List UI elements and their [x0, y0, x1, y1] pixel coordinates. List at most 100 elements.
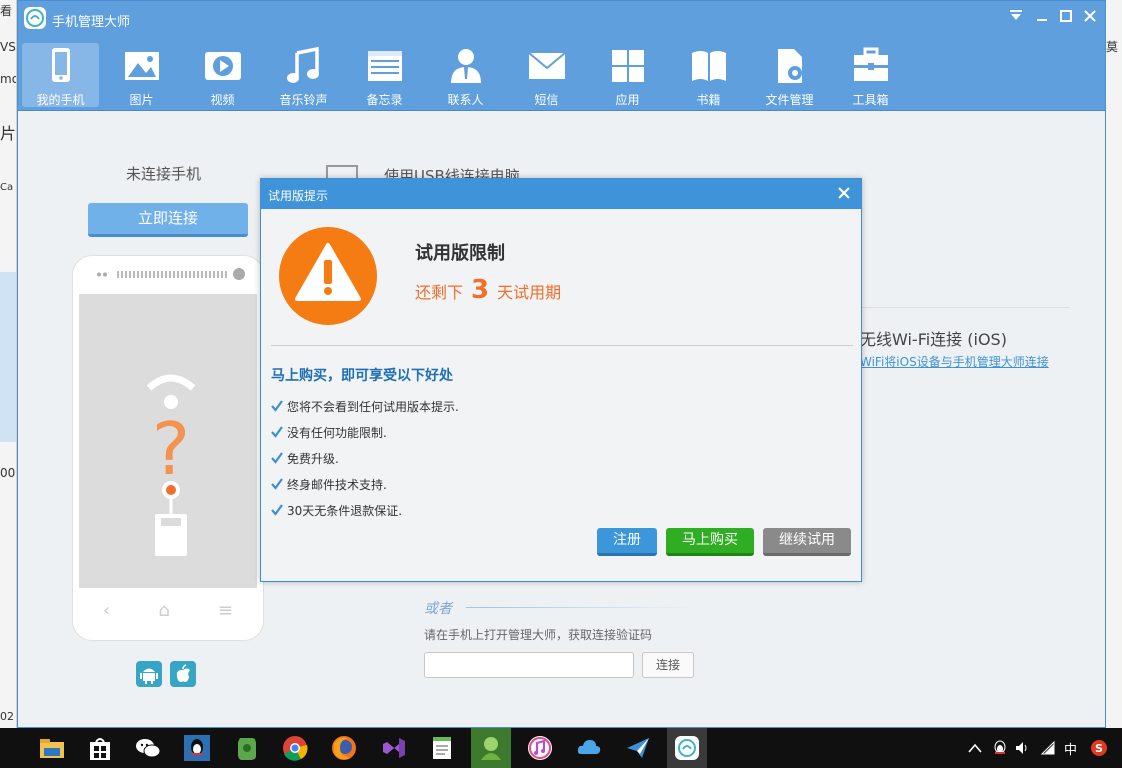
tab-label: 书籍	[696, 93, 721, 107]
sogou-icon[interactable]: S	[1090, 728, 1108, 768]
home-icon: ⌂	[158, 600, 170, 621]
volume-icon[interactable]	[1014, 728, 1030, 768]
chevron-up-icon[interactable]	[968, 728, 982, 768]
dialog-close-icon[interactable]	[833, 182, 855, 204]
trial-days-remaining: 还剩下 3 天试用期	[415, 275, 561, 305]
check-icon	[271, 504, 283, 516]
tab-toolbox[interactable]: 工具箱	[832, 43, 909, 107]
apple-icon[interactable]	[170, 661, 196, 687]
itunes-icon[interactable]	[526, 734, 554, 762]
qq-tray-icon[interactable]	[992, 728, 1008, 768]
maximize-icon[interactable]	[1054, 5, 1078, 27]
window-title: 手机管理大师	[52, 15, 131, 30]
bg-fragment: 莫	[1106, 40, 1119, 54]
tab-sms[interactable]: 短信	[508, 43, 585, 107]
menu-dropdown-icon[interactable]	[1004, 5, 1028, 27]
file-explorer-icon[interactable]	[38, 734, 66, 762]
tab-pictures[interactable]: 图片	[103, 43, 180, 107]
days-count: 3	[471, 275, 490, 305]
firefox-icon[interactable]	[330, 734, 358, 762]
title-bar[interactable]: 手机管理大师	[18, 1, 1105, 37]
code-connect-button[interactable]: 连接	[642, 652, 694, 678]
chrome-icon[interactable]	[281, 734, 309, 762]
music-icon	[286, 47, 319, 83]
connect-now-button[interactable]: 立即连接	[88, 203, 248, 237]
check-icon	[271, 452, 283, 464]
list-item: 终身邮件技术支持.	[271, 471, 651, 497]
tab-memo[interactable]: 备忘录	[346, 43, 423, 107]
wechat-icon[interactable]	[134, 734, 162, 762]
tab-label: 视频	[210, 93, 235, 107]
minimize-icon[interactable]	[1030, 5, 1054, 27]
benefit-text: 免费升级.	[287, 451, 339, 466]
benefit-text: 您将不会看到任何试用版本提示.	[287, 399, 459, 414]
store-icon[interactable]	[86, 734, 114, 762]
phone-manager-icon[interactable]	[667, 728, 707, 768]
bg-fragment: 片	[0, 124, 17, 143]
tab-books[interactable]: 书籍	[670, 43, 747, 107]
tab-contacts[interactable]: 联系人	[427, 43, 504, 107]
bg-fragment: Ca	[0, 182, 14, 193]
verification-code-hint: 请在手机上打开管理大师，获取连接验证码	[424, 628, 653, 642]
tab-label: 应用	[615, 93, 640, 107]
tab-video[interactable]: 视频	[184, 43, 261, 107]
dialog-heading: 试用版限制	[415, 243, 505, 264]
contact-icon	[450, 49, 481, 83]
tab-music[interactable]: 音乐铃声	[265, 43, 342, 107]
picture-icon	[124, 52, 159, 80]
toolbox-icon	[853, 47, 888, 81]
list-item: 30天无条件退款保证.	[271, 497, 651, 523]
android-icon[interactable]	[136, 661, 162, 687]
tab-label: 图片	[129, 93, 154, 107]
buy-now-button[interactable]: 马上购买	[666, 528, 754, 556]
benefit-text: 30天无条件退款保证.	[287, 503, 403, 518]
video-icon	[204, 52, 241, 80]
close-icon[interactable]	[1078, 5, 1102, 27]
bg-selection	[0, 272, 16, 442]
tab-label: 短信	[534, 93, 559, 107]
taskbar: 中 S	[0, 728, 1122, 768]
check-icon	[271, 478, 283, 490]
wifi-connect-link[interactable]: WiFi将iOS设备与手机管理大师连接	[860, 353, 1049, 370]
notepad-icon[interactable]	[428, 734, 456, 762]
benefit-text: 终身邮件技术支持.	[287, 477, 387, 492]
benefits-list: 您将不会看到任何试用版本提示. 没有任何功能限制. 免费升级. 终身邮件技术支持…	[271, 393, 651, 523]
tab-label: 工具箱	[852, 93, 889, 107]
register-button[interactable]: 注册	[597, 528, 657, 556]
game-icon[interactable]	[471, 728, 511, 768]
app-logo-icon	[24, 7, 46, 29]
dialog-divider	[271, 345, 853, 346]
background-window-right: 莫	[1106, 0, 1122, 728]
dialog-header[interactable]: 试用版提示	[261, 179, 861, 209]
tab-my-phone[interactable]: 我的手机	[22, 43, 99, 107]
phone-screen: ?	[79, 294, 257, 588]
qq-icon[interactable]	[183, 734, 211, 762]
phone-camera	[233, 268, 245, 280]
tab-file-manager[interactable]: 文件管理	[751, 43, 828, 107]
book-icon	[691, 51, 726, 81]
tab-apps[interactable]: 应用	[589, 43, 666, 107]
mail-icon[interactable]	[624, 734, 652, 762]
buy-benefits-title: 马上购买，即可享受以下好处	[271, 368, 453, 384]
benefit-text: 没有任何功能限制.	[287, 425, 387, 440]
list-item: 免费升级.	[271, 445, 651, 471]
sms-icon	[527, 52, 566, 79]
wifi-icon[interactable]	[1040, 728, 1058, 768]
check-icon	[271, 400, 283, 412]
usb-icon	[326, 165, 358, 179]
icloud-icon[interactable]	[575, 734, 603, 762]
evernote-icon[interactable]	[232, 734, 260, 762]
tab-label: 音乐铃声	[279, 93, 328, 107]
phone-icon	[51, 48, 70, 82]
tab-label: 备忘录	[366, 93, 403, 107]
ime-indicator[interactable]: 中	[1064, 728, 1077, 768]
bg-fragment: mo	[0, 72, 16, 86]
section-divider	[860, 307, 1070, 308]
visual-studio-icon[interactable]	[379, 734, 407, 762]
phone-illustration: ? ‹ ⌂ ≡	[72, 255, 264, 641]
connection-status: 未连接手机	[126, 165, 202, 183]
continue-trial-button[interactable]: 继续试用	[763, 528, 851, 556]
wifi-connect-title: 无线Wi-Fi连接 (iOS)	[860, 330, 1007, 349]
svg-text:S: S	[1095, 742, 1103, 755]
verification-code-input[interactable]	[424, 652, 634, 678]
